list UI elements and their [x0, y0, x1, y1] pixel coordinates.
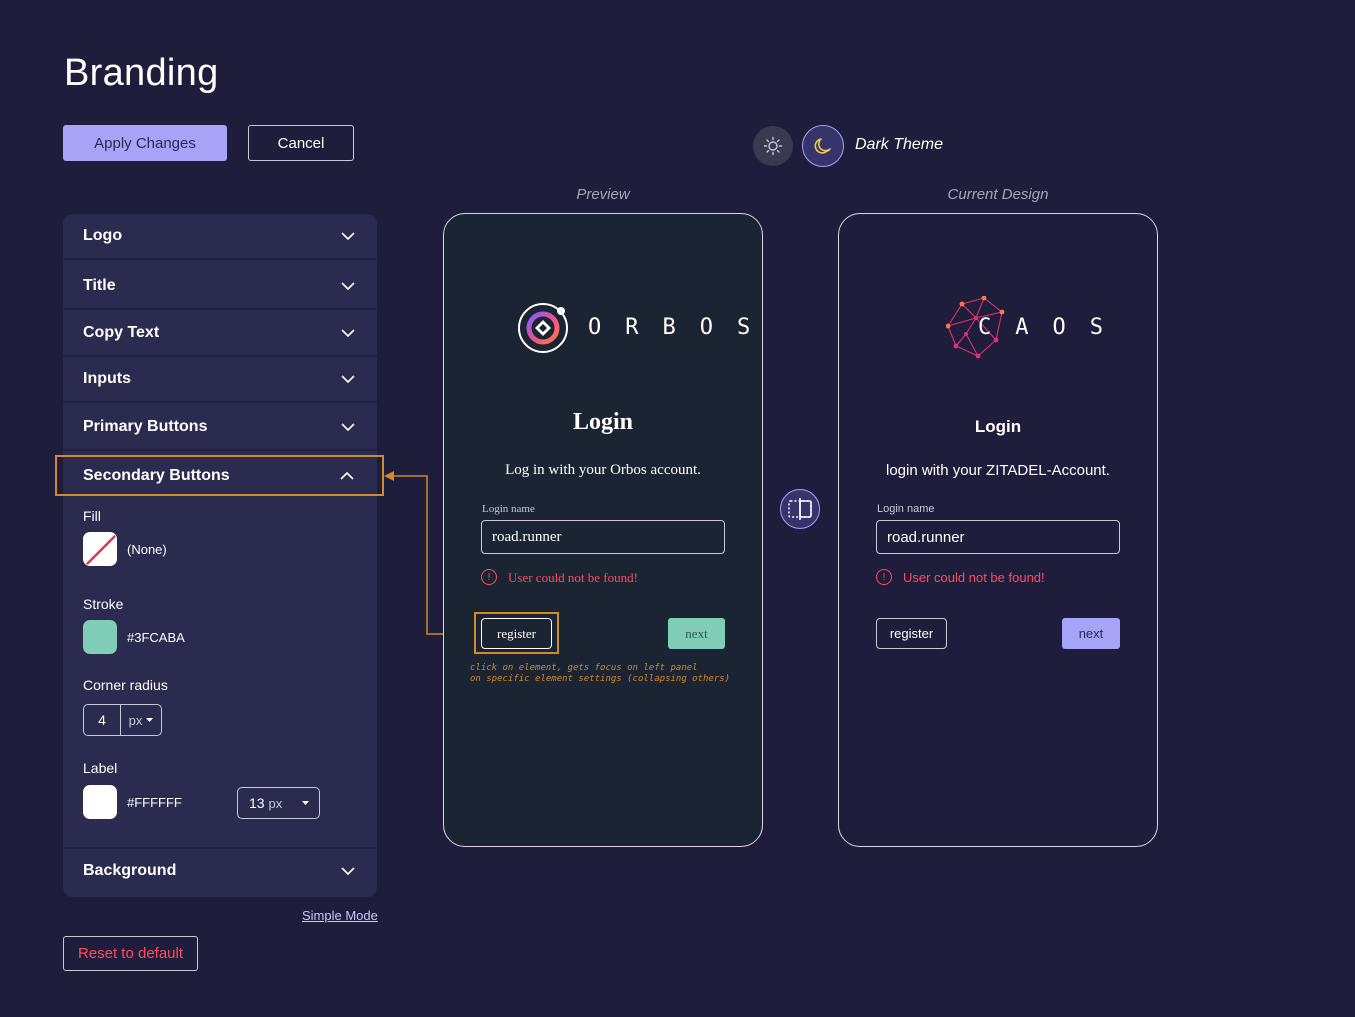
corner-radius-unit: px: [128, 712, 143, 728]
stroke-label: Stroke: [83, 596, 124, 612]
corner-radius-unit-select[interactable]: px: [121, 705, 161, 735]
theme-label: Dark Theme: [855, 136, 944, 153]
compare-toggle-button[interactable]: [780, 489, 820, 529]
preview-login-subtitle[interactable]: Log in with your Orbos account.: [443, 462, 763, 479]
current-login-subtitle: login with your ZITADEL-Account.: [886, 462, 1110, 479]
annotation-line-2: on specific element settings (collapsing…: [470, 674, 731, 684]
section-inputs-label: Inputs: [83, 370, 131, 387]
fill-swatch[interactable]: [83, 532, 117, 566]
caret-down-icon: [146, 718, 154, 722]
current-input-label: Login name: [877, 503, 935, 515]
corner-radius-input: 4 px: [83, 704, 162, 736]
section-secondary-buttons-label: Secondary Buttons: [83, 466, 230, 484]
fill-label: Fill: [83, 508, 101, 524]
current-login-title: Login: [974, 417, 1022, 436]
preview-register-button[interactable]: register: [481, 618, 552, 649]
preview-login-title[interactable]: Login: [443, 409, 763, 436]
chevron-down-icon: [341, 229, 355, 243]
annotation-note: click on element, gets focus on left pan…: [470, 663, 730, 685]
reset-to-default-button[interactable]: Reset to default: [63, 936, 198, 971]
section-secondary-buttons[interactable]: Secondary Buttons: [55, 455, 384, 496]
label-size-unit: px: [268, 796, 283, 811]
chevron-down-icon: [341, 420, 355, 434]
section-copy-text[interactable]: Copy Text: [63, 311, 377, 357]
error-icon: !: [876, 569, 892, 585]
label-label: Label: [83, 760, 118, 776]
section-inputs[interactable]: Inputs: [63, 357, 377, 403]
sun-icon: [763, 136, 783, 156]
apply-changes-button[interactable]: Apply Changes: [63, 125, 227, 161]
chevron-down-icon: [341, 372, 355, 386]
stroke-value: #3FCABA: [127, 630, 185, 645]
orbos-logo-icon: [518, 303, 568, 353]
current-next-button: next: [1062, 618, 1120, 649]
corner-radius-label: Corner radius: [83, 677, 168, 693]
current-register-button: register: [876, 618, 947, 649]
current-logo-text: CAOS: [978, 315, 1127, 340]
preview-login-input[interactable]: road.runner: [481, 520, 725, 554]
light-theme-button[interactable]: [753, 126, 793, 166]
label-color-swatch[interactable]: [83, 785, 117, 819]
dark-theme-button[interactable]: [802, 125, 844, 167]
label-color-value: #FFFFFF: [127, 795, 182, 810]
current-error-text: User could not be found!: [903, 570, 1045, 585]
corner-radius-value[interactable]: 4: [84, 705, 121, 735]
section-logo[interactable]: Logo: [63, 214, 377, 260]
current-design-heading: Current Design: [947, 186, 1049, 203]
fill-value: (None): [127, 542, 167, 557]
label-size-text: 13 px: [249, 795, 282, 811]
section-primary-buttons-label: Primary Buttons: [83, 418, 208, 435]
section-background-label: Background: [83, 862, 177, 879]
section-copy-text-label: Copy Text: [83, 324, 160, 341]
preview-heading: Preview: [576, 186, 630, 203]
chevron-down-icon: [341, 279, 355, 293]
label-size-value: 13: [249, 795, 265, 811]
chevron-down-icon: [341, 326, 355, 340]
no-fill-icon: [85, 534, 116, 565]
split-view-icon: [788, 498, 812, 520]
chevron-up-icon: [340, 469, 354, 483]
stroke-swatch[interactable]: [83, 620, 117, 654]
preview-input-label: Login name: [482, 503, 535, 515]
chevron-down-icon: [341, 864, 355, 878]
error-icon: !: [481, 569, 497, 585]
label-size-select[interactable]: 13 px: [237, 787, 320, 819]
page-title: Branding: [64, 52, 219, 94]
preview-logo-text: ORBOS: [588, 315, 775, 340]
section-logo-label: Logo: [83, 227, 123, 244]
current-login-input: road.runner: [876, 520, 1120, 554]
section-title[interactable]: Title: [63, 264, 377, 310]
section-primary-buttons[interactable]: Primary Buttons: [63, 405, 377, 451]
section-title-label: Title: [83, 277, 116, 294]
moon-icon: [814, 138, 831, 154]
caret-down-icon: [302, 801, 309, 805]
preview-next-button[interactable]: next: [668, 618, 725, 649]
cancel-button[interactable]: Cancel: [248, 125, 354, 161]
section-background[interactable]: Background: [63, 847, 377, 893]
annotation-line-1: click on element, gets focus on left pan…: [470, 663, 698, 673]
simple-mode-link[interactable]: Simple Mode: [302, 908, 378, 923]
preview-error-text: User could not be found!: [508, 570, 638, 585]
